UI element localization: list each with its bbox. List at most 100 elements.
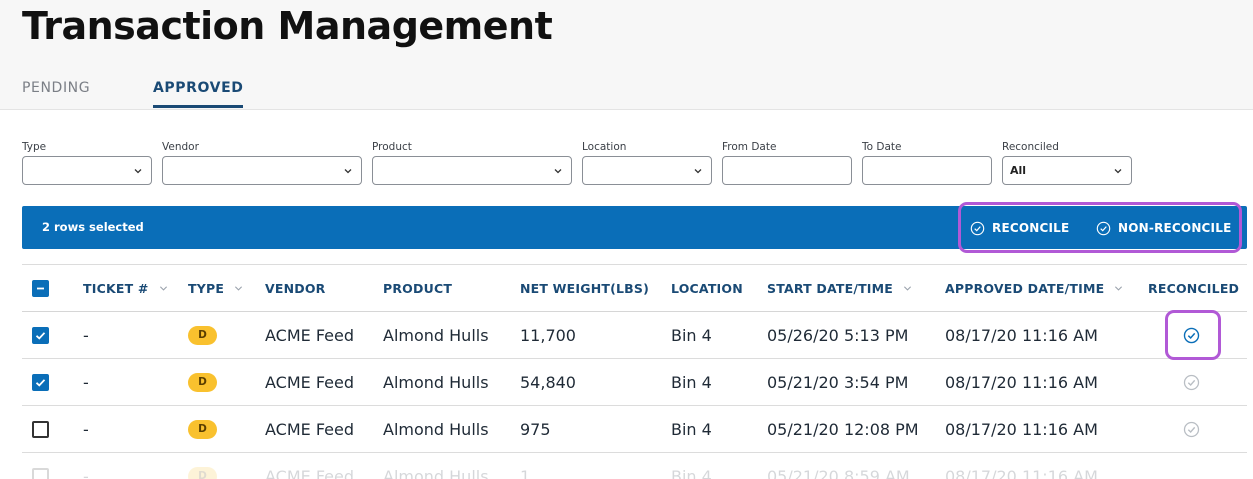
- start-date-cell: 05/21/20 8:59 AM: [767, 467, 910, 479]
- col-label: TICKET #: [83, 281, 149, 296]
- col-net-weight: NET WEIGHT(LBS): [520, 281, 649, 296]
- row-checkbox[interactable]: [32, 327, 49, 344]
- reconcile-label: RECONCILE: [992, 221, 1070, 235]
- table-row[interactable]: - D ACME Feed Almond Hulls 975 Bin 4 05/…: [22, 406, 1247, 453]
- filter-reconciled: Reconciled All: [1002, 140, 1132, 185]
- chevron-down-icon: [344, 169, 352, 174]
- check-icon: [35, 379, 46, 387]
- to-date-input[interactable]: [862, 156, 992, 185]
- start-date-cell: 05/21/20 3:54 PM: [767, 373, 909, 392]
- table-row[interactable]: - D ACME Feed Almond Hulls 54,840 Bin 4 …: [22, 359, 1247, 406]
- weight-cell: 975: [520, 420, 551, 439]
- table-row[interactable]: - D ACME Feed Almond Hulls 1 Bin 4 05/21…: [22, 453, 1247, 479]
- table-header: TICKET # TYPE VENDOR PRODUCT NET WEIGHT(…: [22, 265, 1247, 312]
- chevron-down-icon: [904, 286, 912, 291]
- vendor-cell: ACME Feed: [265, 326, 355, 345]
- product-cell: Almond Hulls: [383, 420, 489, 439]
- col-start-date[interactable]: START DATE/TIME: [767, 281, 912, 296]
- chevron-down-icon: [694, 169, 702, 174]
- location-select[interactable]: [582, 156, 712, 185]
- col-reconciled: RECONCILED: [1148, 281, 1239, 296]
- filter-label: To Date: [862, 141, 902, 153]
- vendor-cell: ACME Feed: [265, 420, 355, 439]
- chevron-down-icon: [159, 286, 167, 291]
- product-cell: Almond Hulls: [383, 326, 489, 345]
- reconcile-button[interactable]: RECONCILE: [970, 216, 1069, 240]
- product-select[interactable]: [372, 156, 572, 185]
- filter-from-date: From Date: [722, 140, 852, 185]
- filter-location: Location: [582, 140, 712, 185]
- select-all-checkbox[interactable]: [32, 280, 49, 297]
- vendor-cell: ACME Feed: [265, 467, 355, 479]
- type-badge: D: [188, 373, 217, 392]
- col-location: LOCATION: [671, 281, 743, 296]
- col-approved-date[interactable]: APPROVED DATE/TIME: [945, 281, 1123, 296]
- type-badge: D: [188, 467, 217, 479]
- check-icon: [35, 332, 46, 340]
- weight-cell: 54,840: [520, 373, 576, 392]
- approved-date-cell: 08/17/20 11:16 AM: [945, 420, 1098, 439]
- ticket-cell: -: [83, 420, 89, 439]
- col-label: PRODUCT: [383, 281, 453, 296]
- location-cell: Bin 4: [671, 326, 712, 345]
- chevron-down-icon: [1115, 286, 1123, 291]
- chevron-down-icon: [134, 169, 142, 174]
- ticket-cell: -: [83, 467, 89, 479]
- page-title: Transaction Management: [22, 4, 553, 48]
- row-checkbox[interactable]: [32, 421, 49, 438]
- location-cell: Bin 4: [671, 420, 712, 439]
- chevron-down-icon: [235, 286, 243, 291]
- row-checkbox[interactable]: [32, 468, 49, 479]
- tab-pending[interactable]: PENDING: [22, 80, 90, 96]
- vendor-cell: ACME Feed: [265, 373, 355, 392]
- start-date-cell: 05/21/20 12:08 PM: [767, 420, 919, 439]
- col-vendor: VENDOR: [265, 281, 326, 296]
- from-date-input[interactable]: [722, 156, 852, 185]
- row-checkbox[interactable]: [32, 374, 49, 391]
- product-cell: Almond Hulls: [383, 467, 489, 479]
- check-circle-icon: [1096, 221, 1111, 235]
- type-select[interactable]: [22, 156, 152, 185]
- transactions-table: TICKET # TYPE VENDOR PRODUCT NET WEIGHT(…: [22, 264, 1247, 479]
- col-label: TYPE: [188, 281, 225, 296]
- type-badge: D: [188, 420, 217, 439]
- tab-approved[interactable]: APPROVED: [153, 80, 244, 108]
- filter-product: Product: [372, 140, 572, 185]
- col-product: PRODUCT: [383, 281, 452, 296]
- check-circle-icon[interactable]: [1183, 421, 1200, 438]
- filter-value: All: [1010, 164, 1027, 177]
- filter-type: Type: [22, 140, 152, 185]
- weight-cell: 1: [520, 467, 531, 479]
- check-circle-icon: [970, 221, 985, 235]
- filter-to-date: To Date: [862, 140, 992, 185]
- check-circle-icon[interactable]: [1183, 327, 1200, 344]
- filter-label: Location: [582, 141, 627, 153]
- start-date-cell: 05/26/20 5:13 PM: [767, 326, 909, 345]
- filter-label: Type: [22, 141, 47, 153]
- bulk-action-bar: 2 rows selected RECONCILE NON-RECONCILE: [22, 202, 1247, 253]
- location-cell: Bin 4: [671, 467, 712, 479]
- filter-vendor: Vendor: [162, 140, 362, 185]
- non-reconcile-button[interactable]: NON-RECONCILE: [1096, 216, 1231, 240]
- col-label: START DATE/TIME: [767, 281, 894, 296]
- approved-date-cell: 08/17/20 11:16 AM: [945, 373, 1098, 392]
- col-label: LOCATION: [671, 281, 743, 296]
- filter-label: Product: [372, 141, 412, 153]
- reconciled-select[interactable]: All: [1002, 156, 1132, 185]
- weight-cell: 11,700: [520, 326, 576, 345]
- col-type[interactable]: TYPE: [188, 281, 243, 296]
- approved-date-cell: 08/17/20 11:16 AM: [945, 326, 1098, 345]
- filter-bar: Type Vendor Product Location From Date T…: [0, 140, 1253, 190]
- col-label: VENDOR: [265, 281, 326, 296]
- col-ticket[interactable]: TICKET #: [83, 281, 168, 296]
- vendor-select[interactable]: [162, 156, 362, 185]
- filter-label: Vendor: [162, 141, 199, 153]
- product-cell: Almond Hulls: [383, 373, 489, 392]
- selected-count: 2 rows selected: [42, 220, 144, 234]
- col-label: NET WEIGHT(LBS): [520, 281, 650, 296]
- filter-label: Reconciled: [1002, 141, 1059, 153]
- check-circle-icon[interactable]: [1183, 374, 1200, 391]
- approved-date-cell: 08/17/20 11:16 AM: [945, 467, 1098, 479]
- page-header: Transaction Management PENDING APPROVED: [0, 0, 1253, 110]
- table-row[interactable]: - D ACME Feed Almond Hulls 11,700 Bin 4 …: [22, 310, 1247, 360]
